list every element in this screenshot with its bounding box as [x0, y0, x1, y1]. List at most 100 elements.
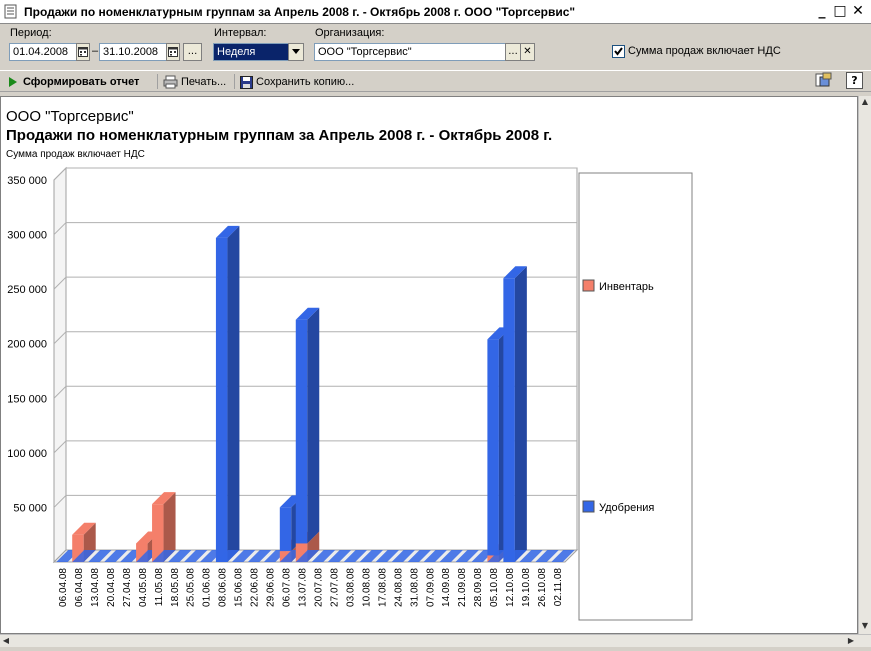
close-button[interactable]: ✕ [849, 3, 867, 20]
organization-select-button[interactable]: ... [505, 43, 521, 61]
calendar-icon [78, 47, 88, 57]
y-tick-label: 200 000 [7, 339, 47, 351]
legend-swatch [582, 279, 595, 292]
x-tick-label: 20.04.08 [106, 568, 117, 607]
window-title: Продажи по номенклатурным группам за Апр… [24, 5, 576, 19]
generate-report-label: Сформировать отчет [23, 76, 140, 88]
x-tick-label: 31.08.08 [409, 568, 420, 607]
horizontal-scrollbar[interactable]: ◀ ▶ [0, 634, 871, 647]
x-tick-label: 03.08.08 [345, 568, 356, 607]
calendar-to-button[interactable] [166, 43, 180, 61]
x-tick-label: 04.05.08 [138, 568, 149, 607]
bar-fertilizer [295, 319, 308, 544]
print-label: Печать... [181, 76, 227, 88]
legend-swatch [582, 500, 595, 513]
printer-icon [163, 75, 178, 89]
organization-clear-button[interactable]: ✕ [520, 43, 535, 61]
report-note: Сумма продаж включает НДС [6, 149, 145, 160]
vat-checkbox[interactable] [612, 45, 625, 58]
x-tick-label: 21.09.08 [457, 568, 468, 607]
x-tick-label: 02.11.08 [553, 568, 564, 607]
vertical-scrollbar[interactable]: ▲ ▼ [858, 96, 871, 634]
x-tick-label: 29.06.08 [266, 568, 277, 607]
x-tick-label: 06.04.08 [58, 568, 69, 607]
date-from-field[interactable]: 01.04.2008 [9, 43, 79, 61]
print-button[interactable]: Печать... [163, 73, 226, 91]
maximize-button[interactable]: □ [831, 3, 849, 20]
parameters-panel: Период: 01.04.2008 – 31.10.2008 ... Инте… [0, 24, 871, 70]
y-tick-label: 300 000 [7, 230, 47, 242]
report-title: Продажи по номенклатурным группам за Апр… [6, 127, 553, 144]
x-tick-label: 27.04.08 [122, 568, 133, 607]
scroll-left-icon[interactable]: ◀ [0, 635, 12, 647]
vat-checkbox-label[interactable]: Сумма продаж включает НДС [628, 45, 781, 57]
x-tick-label: 05.10.08 [489, 568, 500, 607]
toolbar: Сформировать отчет Печать... Сохранить к… [0, 70, 871, 92]
period-select-button[interactable]: ... [183, 43, 202, 61]
date-to-field[interactable]: 31.10.2008 [99, 43, 169, 61]
scroll-up-icon[interactable]: ▲ [859, 96, 871, 108]
y-tick-label: 50 000 [13, 502, 47, 514]
report-organization: ООО "Торгсервис" [6, 108, 134, 125]
x-tick-label: 12.10.08 [505, 568, 516, 607]
interval-label: Интервал: [214, 27, 267, 39]
report-area: ООО "Торгсервис" Продажи по номенклатурн… [0, 96, 858, 634]
checkmark-icon [614, 47, 623, 56]
toolbar-divider [234, 74, 235, 89]
toolbar-divider [157, 74, 158, 89]
chevron-down-icon [292, 49, 300, 54]
x-tick-label: 11.05.08 [154, 568, 165, 607]
x-tick-label: 18.05.08 [170, 568, 181, 607]
bar-side [227, 225, 240, 563]
title-bar: Продажи по номенклатурным группам за Апр… [0, 0, 871, 24]
document-icon [4, 4, 17, 19]
x-tick-label: 13.07.08 [298, 568, 309, 607]
x-tick-label: 22.06.08 [250, 568, 261, 607]
save-copy-button[interactable]: Сохранить копию... [240, 73, 354, 91]
y-tick-label: 100 000 [7, 448, 47, 460]
bar-fertilizer [215, 237, 228, 562]
report-settings-icon [815, 72, 832, 87]
y-tick-label: 350 000 [7, 175, 47, 187]
sales-chart: 350 000 300 000 250 000 200 000 150 000 100 0… [7, 166, 693, 621]
x-tick-label: 26.10.08 [537, 568, 548, 607]
x-tick-label: 15.06.08 [234, 568, 245, 607]
bar-fertilizer [279, 507, 292, 552]
bar-fertilizer [503, 278, 515, 562]
y-tick-label: 150 000 [7, 393, 47, 405]
x-tick-label: 20.07.08 [313, 568, 324, 607]
calendar-icon [168, 47, 178, 57]
floppy-disk-icon [240, 75, 253, 89]
x-tick-label: 07.09.08 [425, 568, 436, 607]
x-tick-label: 28.09.08 [473, 568, 484, 607]
minimize-button[interactable]: _ [813, 3, 831, 20]
x-tick-label: 13.04.08 [90, 568, 101, 607]
x-tick-label: 25.05.08 [186, 568, 197, 607]
legend-label: Инвентарь [599, 281, 654, 293]
period-label: Период: [10, 27, 52, 39]
organization-field[interactable]: ООО "Торгсервис" [314, 43, 506, 61]
play-icon [9, 77, 17, 87]
date-separator: – [92, 45, 99, 57]
y-tick-label: 250 000 [7, 284, 47, 296]
scroll-down-icon[interactable]: ▼ [859, 620, 871, 632]
help-button[interactable]: ? [846, 72, 863, 89]
settings-button[interactable] [815, 72, 835, 90]
legend-label: Удобрения [599, 502, 654, 514]
organization-label: Организация: [315, 27, 385, 39]
scroll-right-icon[interactable]: ▶ [845, 635, 857, 647]
chart-side-wall [53, 166, 67, 564]
x-tick-label: 06.04.08 [74, 568, 85, 607]
calendar-from-button[interactable] [76, 43, 90, 61]
bar-side [514, 266, 527, 562]
x-tick-label: 14.09.08 [441, 568, 452, 607]
interval-dropdown-button[interactable] [288, 43, 304, 61]
x-tick-label: 19.10.08 [521, 568, 532, 607]
x-tick-label: 06.07.08 [282, 568, 293, 607]
interval-select[interactable]: Неделя [213, 43, 289, 61]
x-tick-label: 08.06.08 [218, 568, 229, 607]
x-tick-label: 17.08.08 [377, 568, 388, 607]
x-tick-label: 27.07.08 [329, 568, 340, 607]
x-tick-label: 01.06.08 [202, 568, 213, 607]
generate-report-button[interactable]: Сформировать отчет [8, 73, 139, 91]
